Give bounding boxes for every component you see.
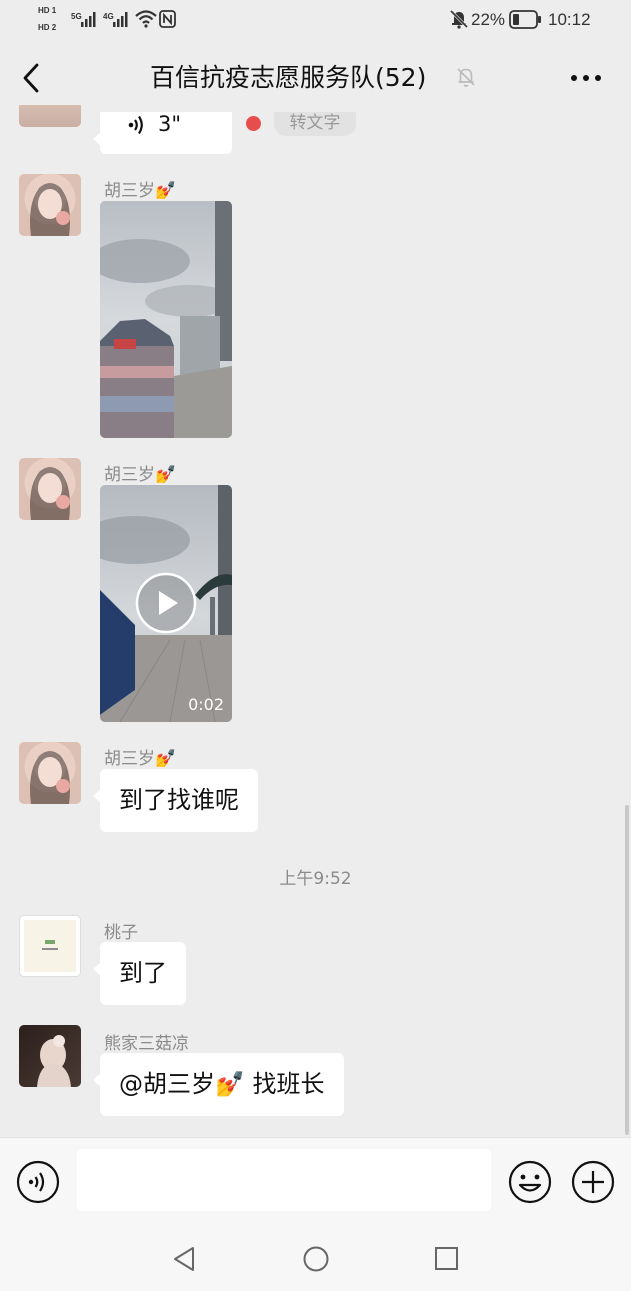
voice-duration: 3" [158, 112, 182, 136]
avatar-illustration [30, 751, 70, 804]
play-icon[interactable] [135, 572, 197, 634]
avatar-illustration [30, 183, 70, 236]
voice-wave-icon [128, 115, 143, 135]
sim2-label: HD 2 [38, 23, 57, 32]
photo-message[interactable] [100, 201, 232, 438]
video-duration: 0:02 [188, 695, 224, 714]
more-dots-icon[interactable] [570, 74, 602, 82]
signal-icon-2 [113, 12, 128, 27]
nav-recents-icon[interactable] [434, 1246, 460, 1272]
sender-name: 熊家三菇凉 [104, 1034, 189, 1054]
text-message-bubble[interactable]: @胡三岁💅 找班长 [93, 1053, 344, 1116]
timestamp: 上午9:52 [279, 869, 352, 889]
sim1-label: HD 1 [38, 6, 57, 15]
voice-icon[interactable] [16, 1160, 60, 1204]
battery-icon [509, 10, 541, 29]
clock: 10:12 [548, 10, 591, 29]
chevron-left-icon[interactable] [20, 62, 42, 94]
message-input[interactable] [77, 1149, 491, 1211]
sender-name: 桃子 [104, 923, 138, 943]
plus-icon[interactable] [571, 1160, 615, 1204]
avatar-illustration [37, 1035, 71, 1087]
avatar[interactable] [19, 105, 81, 127]
bell-off-status-icon [449, 9, 469, 29]
to-text-button[interactable]: 转文字 [274, 112, 356, 136]
page-title: 百信抗疫志愿服务队(52) [150, 63, 427, 92]
nav-home-icon[interactable] [302, 1245, 330, 1273]
sender-name: 胡三岁💅 [104, 181, 177, 201]
avatar[interactable] [19, 915, 81, 977]
nav-back-icon[interactable] [171, 1245, 197, 1273]
avatar[interactable] [19, 174, 81, 236]
wifi-icon [135, 10, 157, 28]
avatar-illustration [30, 467, 70, 520]
unread-dot [246, 116, 261, 131]
signal-icon [81, 12, 96, 27]
text-message-bubble[interactable]: 到了找谁呢 [93, 769, 258, 832]
photo-thumbnail [100, 201, 232, 438]
avatar[interactable] [19, 1025, 81, 1087]
nfc-icon [159, 10, 176, 28]
sender-name: 胡三岁💅 [104, 465, 177, 485]
battery-percent: 22% [471, 10, 506, 29]
avatar-illustration [24, 920, 76, 972]
avatar[interactable] [19, 742, 81, 804]
sender-name: 胡三岁💅 [104, 749, 177, 769]
video-message[interactable]: 0:02 [100, 485, 232, 722]
voice-message-bubble[interactable]: 3" [93, 112, 232, 154]
text-message-bubble[interactable]: 到了 [93, 942, 186, 1005]
emoji-icon[interactable] [508, 1160, 552, 1204]
status-bar: HD 1 HD 2 5G 4G 22% 10:12 [0, 0, 631, 40]
avatar[interactable] [19, 458, 81, 520]
bell-off-icon [457, 68, 475, 87]
scrollbar[interactable] [625, 805, 629, 1135]
